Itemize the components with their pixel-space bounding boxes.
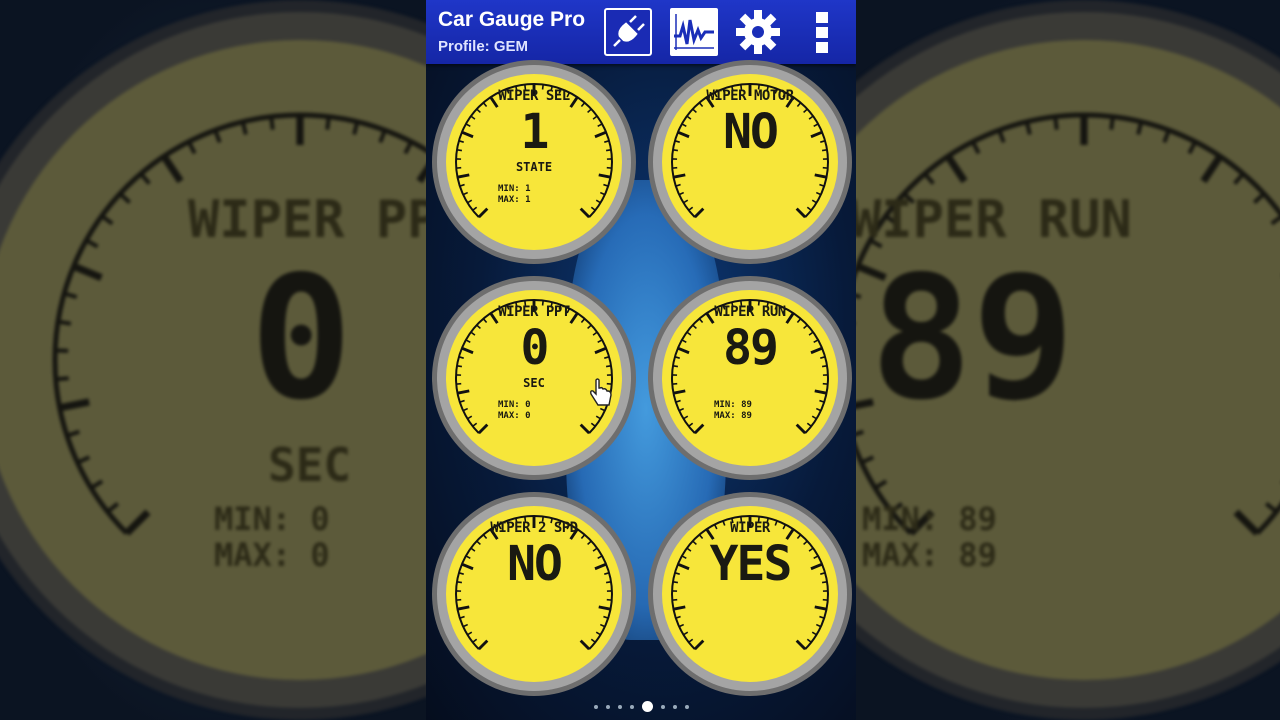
blurred-value-right: 89: [870, 240, 1075, 438]
waveform-icon: [674, 14, 714, 50]
page-dot[interactable]: [617, 704, 622, 709]
gauge-min: MIN: 1: [498, 184, 531, 194]
page-dot[interactable]: [672, 704, 677, 709]
major-tick: [1233, 509, 1260, 536]
blurred-unit-left: SEC: [268, 438, 352, 492]
major-tick: [1200, 154, 1224, 184]
page-dot[interactable]: [660, 704, 665, 709]
gauge-value: 0: [520, 320, 550, 376]
page-dot[interactable]: [605, 704, 610, 709]
gauge-value: YES: [709, 536, 793, 592]
page-dot[interactable]: [684, 704, 689, 709]
gauge-wiper-2-spd[interactable]: WIPER 2 SPD NO: [430, 490, 638, 698]
minor-tick: [1270, 215, 1280, 226]
major-tick: [160, 154, 184, 184]
gauge-title: WIPER 2 SPD: [490, 520, 578, 536]
gauge-wiper-motor[interactable]: WIPER MOTOR NO: [646, 58, 854, 266]
graph-button[interactable]: [670, 8, 718, 56]
page-indicator: [426, 696, 856, 712]
page-dot[interactable]: [629, 704, 634, 709]
blurred-min-left: MIN: 0: [214, 500, 330, 538]
gauge-unit: STATE: [515, 160, 553, 174]
overflow-menu-button[interactable]: [802, 8, 842, 56]
page-dot[interactable]: [593, 704, 598, 709]
blurred-gauge-ticks-left: [52, 112, 426, 536]
blurred-min-right: MIN: 89: [862, 500, 997, 538]
background-reflection-right: WIPER RUN 89 MIN: 89 MAX: 89: [854, 0, 1280, 720]
gauge-value: 89: [723, 320, 779, 376]
gauge-wiper-sel[interactable]: WIPER SEL 1 STATE MIN: 1 MAX: 1: [430, 58, 638, 266]
gauge-value: 1: [520, 104, 550, 160]
connect-button[interactable]: [604, 8, 652, 56]
gauge-title: WIPER: [730, 520, 770, 536]
major-tick: [72, 262, 103, 282]
gauge-wiper-run[interactable]: WIPER RUN 89 MIN: 89 MAX: 89: [646, 274, 854, 482]
blurred-gauge-left: WIPER PPT 0 SEC MIN: 0 MAX: 0: [0, 40, 426, 680]
gauge-max: MAX: 1: [498, 195, 531, 205]
profile-label: Profile: GEM: [438, 38, 529, 55]
hand-cursor-icon: [590, 378, 612, 406]
blurred-dial-arc: [52, 112, 426, 536]
blurred-max-right: MAX: 89: [862, 536, 997, 574]
blurred-gauge-right: WIPER RUN 89 MIN: 89 MAX: 89: [854, 40, 1280, 680]
gauge-title: WIPER PPT: [498, 304, 570, 320]
gauge-value: NO: [507, 536, 563, 592]
gauge-min: MIN: 89: [714, 400, 752, 410]
gauge-max: MAX: 89: [714, 411, 752, 421]
page-dot-active[interactable]: [641, 701, 653, 712]
major-tick: [59, 398, 90, 412]
settings-button[interactable]: [734, 8, 782, 56]
major-tick: [124, 509, 151, 536]
phone-screen: Car Gauge Pro Profile: GEM WIPER SEL 1 S…: [426, 0, 856, 720]
app-title: Car Gauge Pro: [438, 8, 586, 31]
background-reflection-left: WIPER PPT 0 SEC MIN: 0 MAX: 0: [0, 0, 426, 720]
blurred-value-left: 0: [250, 240, 353, 438]
gauge-min: MIN: 0: [498, 400, 531, 410]
gauge-title: WIPER MOTOR: [706, 88, 794, 104]
blurred-max-left: MAX: 0: [214, 536, 330, 574]
gear-icon: [736, 10, 780, 54]
vertical-dots-icon: [816, 12, 828, 53]
gauge-value: NO: [723, 104, 779, 160]
gauge-max: MAX: 0: [498, 411, 531, 421]
major-tick: [944, 154, 968, 184]
gauge-wiper[interactable]: WIPER YES: [646, 490, 854, 698]
gauge-title: WIPER RUN: [714, 304, 786, 320]
action-bar: Car Gauge Pro Profile: GEM: [426, 0, 856, 64]
plug-icon: [613, 15, 645, 47]
gauge-title: WIPER SEL: [498, 88, 570, 104]
